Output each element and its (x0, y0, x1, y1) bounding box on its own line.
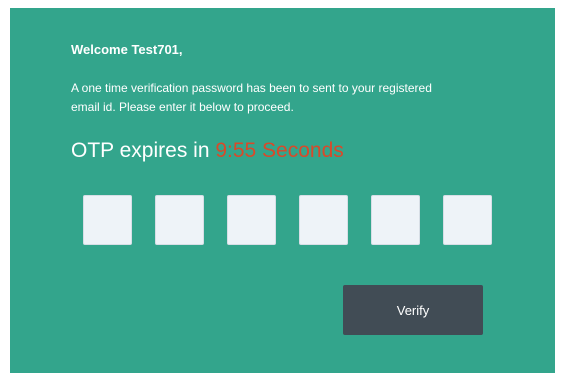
verification-message-line-2: email id. Please enter it below to proce… (71, 100, 294, 114)
welcome-heading: Welcome Test701, (71, 42, 183, 57)
otp-countdown-timer: 9:55 Seconds (215, 139, 344, 162)
otp-expiry-prefix: OTP expires in (71, 139, 216, 162)
otp-digit-input-5[interactable] (371, 195, 420, 245)
verification-message-line-1: A one time verification password has bee… (71, 81, 432, 95)
otp-expiry-text: OTP expires in 9:55 Seconds (71, 139, 344, 163)
verification-message: A one time verification password has bee… (71, 79, 511, 117)
otp-input-row (83, 195, 492, 245)
otp-digit-input-6[interactable] (443, 195, 492, 245)
otp-digit-input-4[interactable] (299, 195, 348, 245)
otp-verification-card: Welcome Test701, A one time verification… (10, 8, 555, 373)
otp-digit-input-1[interactable] (83, 195, 132, 245)
otp-digit-input-2[interactable] (155, 195, 204, 245)
verify-button[interactable]: Verify (343, 285, 483, 335)
otp-digit-input-3[interactable] (227, 195, 276, 245)
